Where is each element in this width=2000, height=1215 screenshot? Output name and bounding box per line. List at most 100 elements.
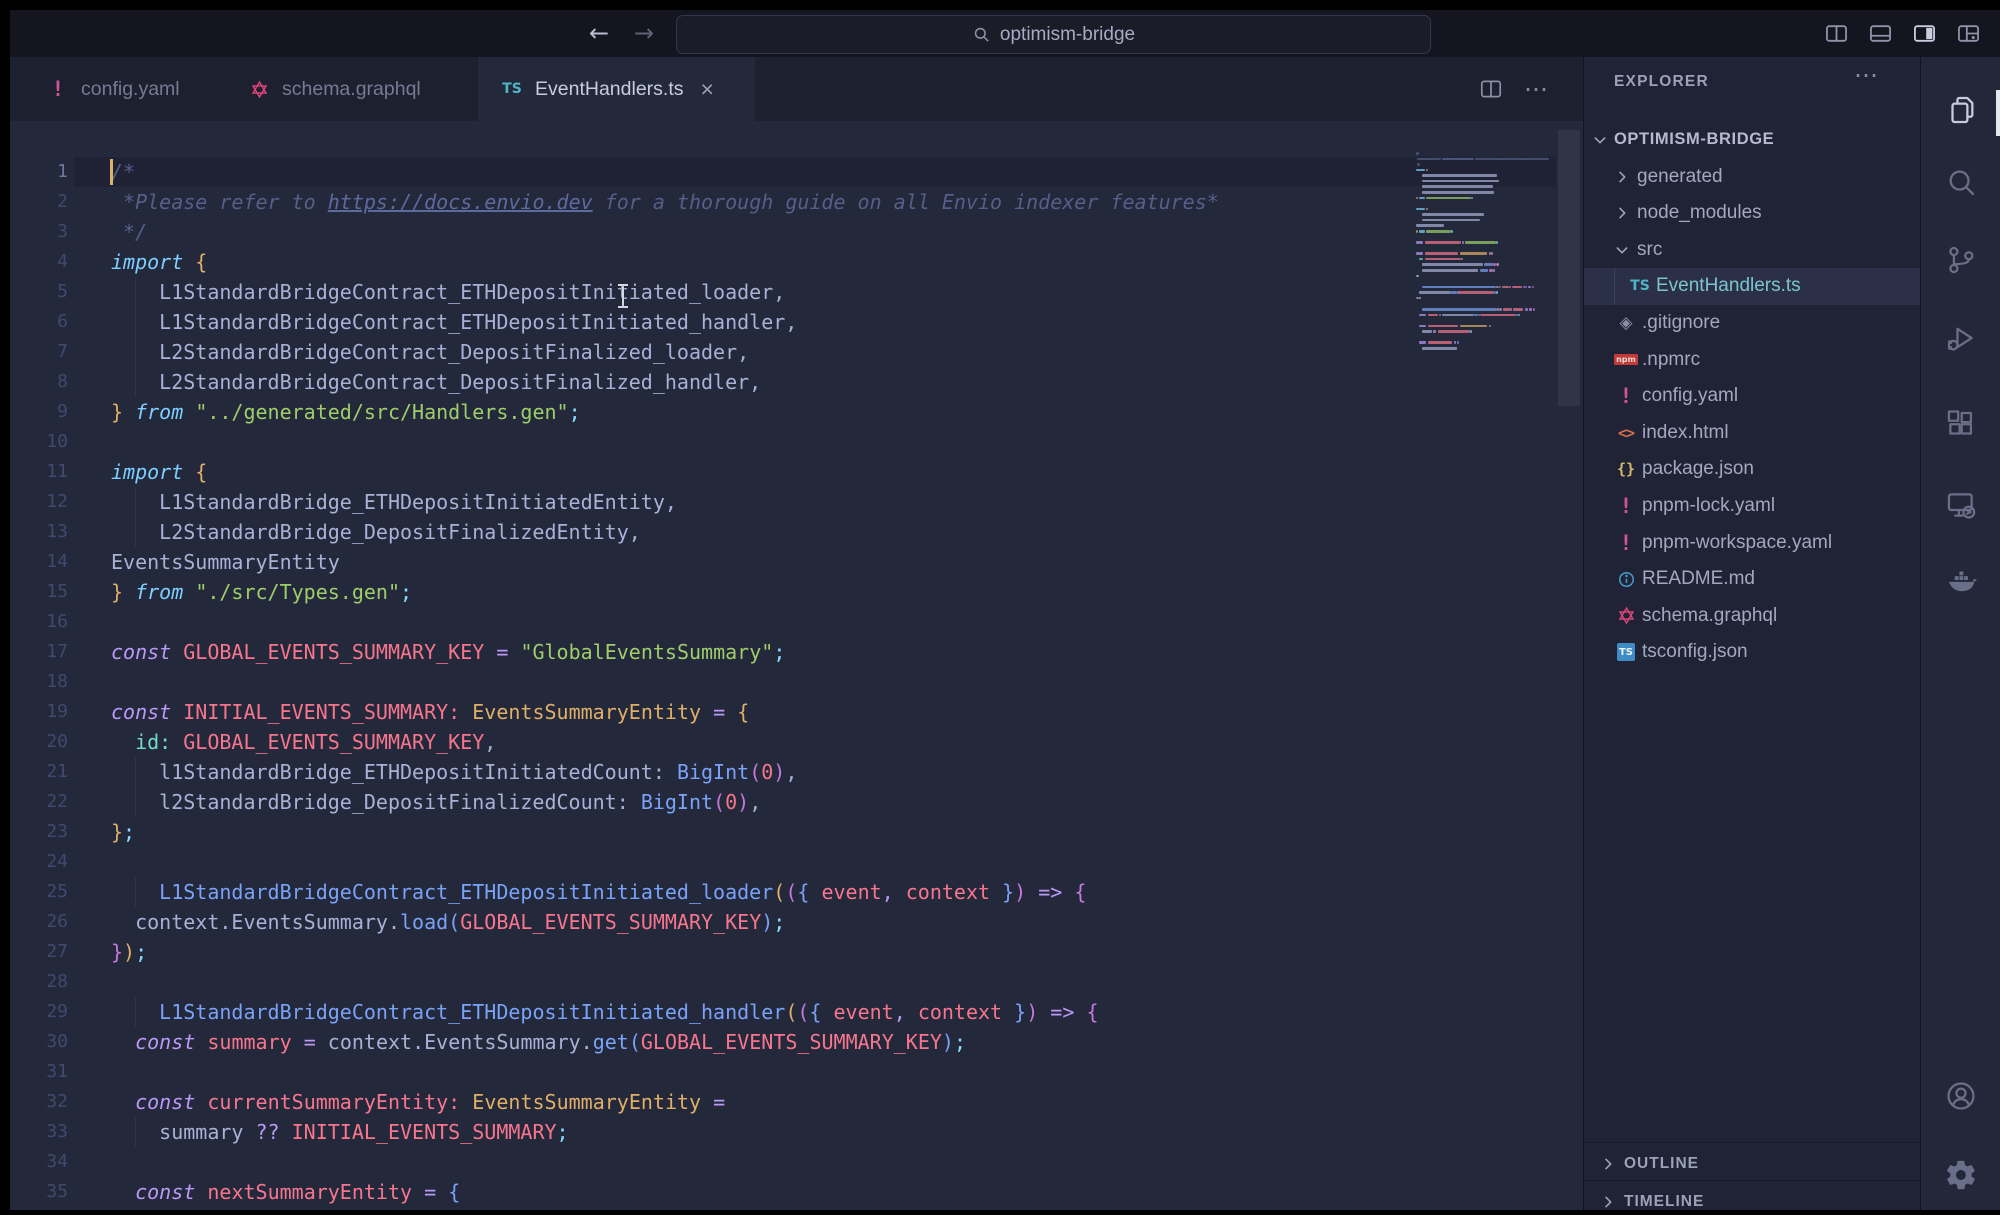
file-item-index-html[interactable]: <>index.html [1584, 415, 1921, 452]
layout-panel-icon[interactable] [1867, 20, 1894, 47]
layout-columns-icon[interactable] [1823, 20, 1850, 47]
code-line-15: } from "./src/Types.gen"; [111, 577, 412, 607]
html-icon: <> [1614, 424, 1638, 442]
code-line-17: const GLOBAL_EVENTS_SUMMARY_KEY = "Globa… [111, 637, 785, 667]
file-item-tsconfig-json[interactable]: TStsconfig.json [1584, 634, 1921, 671]
minimap[interactable] [1416, 152, 1558, 382]
close-icon[interactable]: × [701, 79, 714, 99]
line-number: 25 [10, 877, 68, 907]
line-number: 7 [10, 337, 68, 367]
file-label: pnpm-lock.yaml [1642, 495, 1775, 517]
current-line-highlight [74, 157, 1556, 187]
tab-config-yaml[interactable]: !config.yaml [24, 57, 220, 121]
file-label: index.html [1642, 422, 1729, 444]
folder-item-generated[interactable]: generated [1584, 158, 1921, 195]
code-line-1: /* [111, 157, 135, 187]
chevron-right-icon [1600, 1194, 1616, 1210]
line-number: 16 [10, 607, 68, 637]
file-item-eventhandlers-ts[interactable]: TSEventHandlers.ts [1584, 268, 1921, 305]
ts-icon: TS [1628, 278, 1652, 294]
code-editor[interactable]: 1/*2 *Please refer to https://docs.envio… [10, 121, 1583, 1210]
section-header-timeline[interactable]: TIMELINE [1584, 1184, 1921, 1210]
search-icon-button[interactable] [1944, 165, 1978, 199]
line-number: 11 [10, 457, 68, 487]
file-item-pnpm-workspace-yaml[interactable]: !pnpm-workspace.yaml [1584, 524, 1921, 561]
tab-label: EventHandlers.ts [535, 78, 684, 101]
editor-scrollbar[interactable] [1558, 130, 1580, 406]
tab-eventhandlers-ts[interactable]: TSEventHandlers.ts× [478, 57, 755, 121]
line-number: 4 [10, 247, 68, 277]
search-icon [972, 25, 991, 44]
search-value: optimism-bridge [1000, 24, 1135, 46]
code-line-27: }); [111, 937, 147, 967]
code-line-6: L1StandardBridgeContract_ETHDepositIniti… [111, 307, 797, 337]
code-line-3: */ [111, 217, 147, 247]
file-label: package.json [1642, 458, 1754, 480]
layout-customize-icon[interactable] [1955, 20, 1982, 47]
search-command-center[interactable]: optimism-bridge [676, 15, 1431, 54]
yaml-excl-icon: ! [46, 77, 70, 101]
source-control-icon-button[interactable] [1944, 243, 1978, 277]
chevron-right-icon [1614, 169, 1630, 185]
run-debug-icon-button[interactable] [1944, 321, 1978, 355]
editor-more-actions-button[interactable]: ⋯ [1524, 75, 1550, 104]
explorer-sidebar: EXPLORER ⋯ OPTIMISM-BRIDGEgeneratednode_… [1583, 57, 1920, 1210]
section-header-outline[interactable]: OUTLINE [1584, 1146, 1921, 1182]
docker-icon-button[interactable] [1944, 564, 1978, 598]
line-number: 31 [10, 1057, 68, 1087]
tsconfig-icon: TS [1614, 643, 1638, 661]
tab-bar: !config.yamlschema.graphqlTSEventHandler… [10, 57, 1583, 121]
remote-explorer-icon-button[interactable] [1944, 488, 1978, 522]
nav-forward-button[interactable]: → [634, 18, 654, 48]
tree-root-label: OPTIMISM-BRIDGE [1614, 130, 1774, 149]
code-line-9: } from "../generated/src/Handlers.gen"; [111, 397, 581, 427]
file-item-package-json[interactable]: {}package.json [1584, 451, 1921, 488]
extensions-icon-button[interactable] [1944, 408, 1978, 442]
tree-root-optimism-bridge[interactable]: OPTIMISM-BRIDGE [1584, 122, 1921, 159]
line-number: 18 [10, 667, 68, 697]
code-line-25: L1StandardBridgeContract_ETHDepositIniti… [111, 877, 1086, 907]
folder-item-node-modules[interactable]: node_modules [1584, 195, 1921, 232]
tree-indent-guide [1614, 268, 1615, 305]
tab-schema-graphql[interactable]: schema.graphql [225, 57, 478, 121]
screenshot-stage: ← → optimism-bridge !config.yaml schema.g… [0, 0, 2000, 1215]
files-icon-button[interactable] [1944, 93, 1978, 127]
explorer-more-actions-button[interactable]: ⋯ [1854, 61, 1880, 90]
file-item-pnpm-lock-yaml[interactable]: !pnpm-lock.yaml [1584, 488, 1921, 525]
frame-left [0, 0, 10, 1215]
nav-back-button[interactable]: ← [589, 18, 609, 48]
code-line-12: L1StandardBridge_ETHDepositInitiatedEnti… [111, 487, 677, 517]
line-number: 21 [10, 757, 68, 787]
chevron-right-icon [1614, 205, 1630, 221]
frame-bottom [0, 1210, 2000, 1215]
line-number: 30 [10, 1027, 68, 1057]
code-line-35: const nextSummaryEntity = { [111, 1177, 460, 1207]
text-caret [110, 159, 113, 185]
folder-item-src[interactable]: src [1584, 232, 1921, 269]
folder-label: src [1637, 239, 1662, 261]
account-icon-button[interactable] [1944, 1079, 1978, 1113]
file-item-schema-graphql[interactable]: schema.graphql [1584, 598, 1921, 635]
json-icon: {} [1614, 460, 1638, 478]
file-item-readme-md[interactable]: README.md [1584, 561, 1921, 598]
code-line-19: const INITIAL_EVENTS_SUMMARY: EventsSumm… [111, 697, 749, 727]
section-label: TIMELINE [1624, 1193, 1704, 1210]
split-editor-icon[interactable] [1478, 76, 1504, 102]
settings-gear-icon-button[interactable] [1944, 1158, 1978, 1192]
code-line-30: const summary = context.EventsSummary.ge… [111, 1027, 966, 1057]
layout-sidebar-right-icon[interactable] [1911, 20, 1938, 47]
file-item--npmrc[interactable]: npm.npmrc [1584, 341, 1921, 378]
line-number: 29 [10, 997, 68, 1027]
tab-label: schema.graphql [282, 78, 421, 101]
code-line-2: *Please refer to https://docs.envio.dev … [111, 187, 1219, 217]
code-line-32: const currentSummaryEntity: EventsSummar… [111, 1087, 725, 1117]
file-item--gitignore[interactable]: ◈.gitignore [1584, 305, 1921, 342]
code-line-4: import { [111, 247, 207, 277]
code-line-14: EventsSummaryEntity [111, 547, 340, 577]
file-label: .npmrc [1642, 349, 1700, 371]
file-label: tsconfig.json [1642, 641, 1748, 663]
line-number: 8 [10, 367, 68, 397]
line-number: 13 [10, 517, 68, 547]
line-number: 35 [10, 1177, 68, 1207]
file-item-config-yaml[interactable]: !config.yaml [1584, 378, 1921, 415]
